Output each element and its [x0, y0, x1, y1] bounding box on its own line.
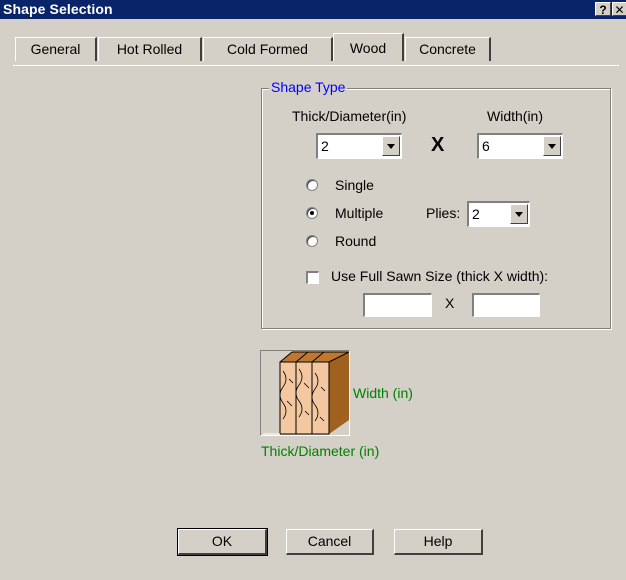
diagram-thick-label: Thick/Diameter (in) — [261, 443, 380, 459]
multiple-radio[interactable] — [306, 207, 318, 219]
width-label: Width(in) — [487, 108, 544, 124]
chevron-down-icon[interactable] — [543, 136, 561, 156]
dialog-title: Shape Selection — [3, 1, 113, 17]
times-label: X — [431, 134, 445, 156]
chevron-down-icon[interactable] — [510, 204, 528, 224]
shape-selection-dialog: Shape Selection ? ✕ General Hot Rolled C… — [0, 0, 626, 580]
title-bar: Shape Selection ? ✕ — [0, 0, 626, 19]
full-sawn-label[interactable]: Use Full Sawn Size (thick X width): — [331, 268, 548, 284]
round-radio-label[interactable]: Round — [335, 233, 376, 249]
wood-section-diagram — [260, 350, 350, 436]
ok-button[interactable]: OK — [177, 528, 268, 556]
help-icon[interactable]: ? — [595, 2, 611, 17]
tab-general[interactable]: General — [15, 37, 97, 61]
single-radio[interactable] — [306, 179, 318, 191]
chevron-down-icon[interactable] — [382, 136, 400, 156]
cancel-button[interactable]: Cancel — [286, 529, 374, 555]
diagram-width-label: Width (in) — [353, 385, 413, 401]
tab-hot-rolled[interactable]: Hot Rolled — [98, 37, 202, 61]
thick-value: 2 — [321, 138, 329, 154]
shape-type-legend: Shape Type — [269, 79, 348, 95]
thick-select[interactable]: 2 — [316, 133, 402, 159]
full-sawn-checkbox[interactable] — [306, 271, 319, 284]
full-sawn-thick-input[interactable] — [363, 293, 432, 317]
width-value: 6 — [482, 138, 490, 154]
plies-select[interactable]: 2 — [467, 201, 530, 227]
full-sawn-x-label: X — [445, 295, 455, 311]
tab-concrete[interactable]: Concrete — [405, 37, 491, 61]
single-radio-label[interactable]: Single — [335, 177, 374, 193]
plies-value: 2 — [472, 206, 480, 222]
multiple-radio-label[interactable]: Multiple — [335, 205, 383, 221]
thick-diameter-label: Thick/Diameter(in) — [292, 108, 407, 124]
width-select[interactable]: 6 — [477, 133, 563, 159]
tab-panel-border — [13, 65, 619, 66]
full-sawn-width-input[interactable] — [472, 293, 540, 317]
wood-plies-icon — [263, 351, 350, 435]
plies-label: Plies: — [426, 205, 461, 221]
tab-wood[interactable]: Wood — [333, 33, 404, 61]
close-icon[interactable]: ✕ — [612, 2, 626, 17]
tab-cold-formed[interactable]: Cold Formed — [203, 37, 333, 61]
help-button[interactable]: Help — [394, 529, 483, 555]
round-radio[interactable] — [306, 235, 318, 247]
